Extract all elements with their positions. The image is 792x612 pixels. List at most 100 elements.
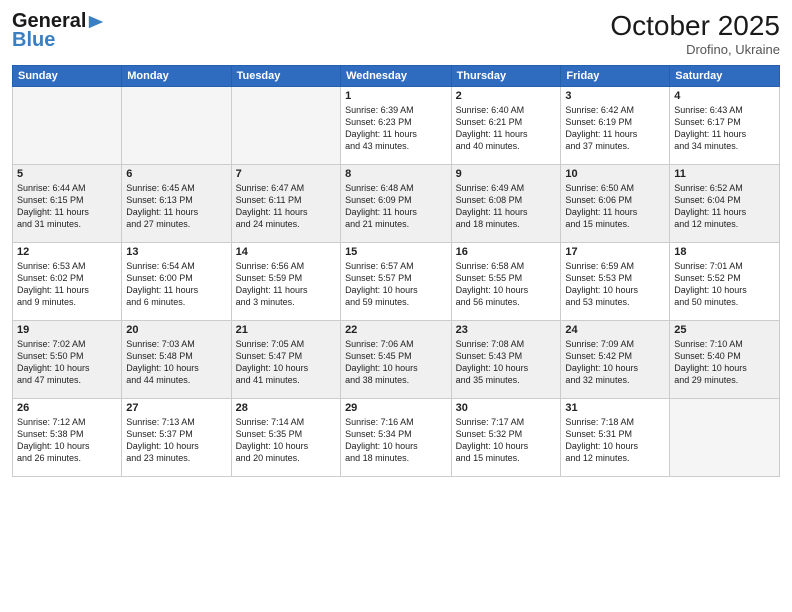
day-number: 8 <box>345 168 447 180</box>
day-info: Sunrise: 7:02 AM Sunset: 5:50 PM Dayligh… <box>17 338 117 387</box>
calendar-table: Sunday Monday Tuesday Wednesday Thursday… <box>12 65 780 477</box>
day-info: Sunrise: 6:56 AM Sunset: 5:59 PM Dayligh… <box>236 260 336 309</box>
day-number: 16 <box>456 246 557 258</box>
table-row: 30 Sunrise: 7:17 AM Sunset: 5:32 PM Dayli… <box>451 399 561 477</box>
logo-flag-icon <box>87 13 105 31</box>
table-row: 27Sunrise: 7:13 AM Sunset: 5:37 PM Dayli… <box>122 399 231 477</box>
calendar-week-row: 26 Sunrise: 7:12 AM Sunset: 5:38 PM Dayli… <box>13 399 780 477</box>
table-row: 22Sunrise: 7:06 AM Sunset: 5:45 PM Dayli… <box>341 321 452 399</box>
day-info: Sunrise: 6:43 AM Sunset: 6:17 PM Dayligh… <box>674 104 775 153</box>
day-number: 26 <box>17 402 117 414</box>
day-number: 3 <box>565 90 665 102</box>
day-info: Sunrise: 6:49 AM Sunset: 6:08 PM Dayligh… <box>456 182 557 231</box>
table-row: 7Sunrise: 6:47 AM Sunset: 6:11 PM Daylig… <box>231 165 340 243</box>
logo: General Blue <box>12 10 105 52</box>
table-row <box>231 87 340 165</box>
day-info: Sunrise: 7:17 AM Sunset: 5:32 PM Dayligh… <box>456 416 557 465</box>
day-number: 1 <box>345 90 447 102</box>
table-row: 5 Sunrise: 6:44 AM Sunset: 6:15 PM Daylig… <box>13 165 122 243</box>
day-info: Sunrise: 6:58 AM Sunset: 5:55 PM Dayligh… <box>456 260 557 309</box>
col-tuesday: Tuesday <box>231 66 340 87</box>
day-number: 15 <box>345 246 447 258</box>
table-row <box>13 87 122 165</box>
day-info: Sunrise: 7:12 AM Sunset: 5:38 PM Dayligh… <box>17 416 117 465</box>
day-info: Sunrise: 7:14 AM Sunset: 5:35 PM Dayligh… <box>236 416 336 465</box>
calendar-week-row: 1Sunrise: 6:39 AM Sunset: 6:23 PM Daylig… <box>13 87 780 165</box>
table-row: 15 Sunrise: 6:57 AM Sunset: 5:57 PM Dayli… <box>341 243 452 321</box>
table-row <box>670 399 780 477</box>
calendar-header-row: Sunday Monday Tuesday Wednesday Thursday… <box>13 66 780 87</box>
table-row: 12 Sunrise: 6:53 AM Sunset: 6:02 PM Dayli… <box>13 243 122 321</box>
day-info: Sunrise: 6:42 AM Sunset: 6:19 PM Dayligh… <box>565 104 665 153</box>
day-number: 17 <box>565 246 665 258</box>
day-number: 27 <box>126 402 226 414</box>
table-row: 19Sunrise: 7:02 AM Sunset: 5:50 PM Dayli… <box>13 321 122 399</box>
day-info: Sunrise: 7:05 AM Sunset: 5:47 PM Dayligh… <box>236 338 336 387</box>
table-row: 1Sunrise: 6:39 AM Sunset: 6:23 PM Daylig… <box>341 87 452 165</box>
day-number: 12 <box>17 246 117 258</box>
table-row: 26 Sunrise: 7:12 AM Sunset: 5:38 PM Dayli… <box>13 399 122 477</box>
table-row <box>122 87 231 165</box>
day-info: Sunrise: 6:57 AM Sunset: 5:57 PM Dayligh… <box>345 260 447 309</box>
table-row: 24 Sunrise: 7:09 AM Sunset: 5:42 PM Dayli… <box>561 321 670 399</box>
calendar-week-row: 19Sunrise: 7:02 AM Sunset: 5:50 PM Dayli… <box>13 321 780 399</box>
day-info: Sunrise: 6:44 AM Sunset: 6:15 PM Dayligh… <box>17 182 117 231</box>
day-info: Sunrise: 6:47 AM Sunset: 6:11 PM Dayligh… <box>236 182 336 231</box>
day-number: 23 <box>456 324 557 336</box>
day-number: 6 <box>126 168 226 180</box>
table-row: 11 Sunrise: 6:52 AM Sunset: 6:04 PM Dayli… <box>670 165 780 243</box>
day-number: 14 <box>236 246 336 258</box>
col-wednesday: Wednesday <box>341 66 452 87</box>
table-row: 18 Sunrise: 7:01 AM Sunset: 5:52 PM Dayli… <box>670 243 780 321</box>
col-friday: Friday <box>561 66 670 87</box>
col-monday: Monday <box>122 66 231 87</box>
table-row: 23 Sunrise: 7:08 AM Sunset: 5:43 PM Dayli… <box>451 321 561 399</box>
col-sunday: Sunday <box>13 66 122 87</box>
day-info: Sunrise: 7:03 AM Sunset: 5:48 PM Dayligh… <box>126 338 226 387</box>
title-section: October 2025 Drofino, Ukraine <box>610 10 780 57</box>
table-row: 8 Sunrise: 6:48 AM Sunset: 6:09 PM Daylig… <box>341 165 452 243</box>
day-number: 30 <box>456 402 557 414</box>
location: Drofino, Ukraine <box>610 42 780 57</box>
day-info: Sunrise: 6:53 AM Sunset: 6:02 PM Dayligh… <box>17 260 117 309</box>
day-info: Sunrise: 6:52 AM Sunset: 6:04 PM Dayligh… <box>674 182 775 231</box>
table-row: 2 Sunrise: 6:40 AM Sunset: 6:21 PM Daylig… <box>451 87 561 165</box>
day-number: 11 <box>674 168 775 180</box>
day-info: Sunrise: 6:50 AM Sunset: 6:06 PM Dayligh… <box>565 182 665 231</box>
day-info: Sunrise: 6:40 AM Sunset: 6:21 PM Dayligh… <box>456 104 557 153</box>
table-row: 17 Sunrise: 6:59 AM Sunset: 5:53 PM Dayli… <box>561 243 670 321</box>
table-row: 9Sunrise: 6:49 AM Sunset: 6:08 PM Daylig… <box>451 165 561 243</box>
table-row: 13Sunrise: 6:54 AM Sunset: 6:00 PM Dayli… <box>122 243 231 321</box>
day-info: Sunrise: 7:08 AM Sunset: 5:43 PM Dayligh… <box>456 338 557 387</box>
col-thursday: Thursday <box>451 66 561 87</box>
day-number: 31 <box>565 402 665 414</box>
day-number: 29 <box>345 402 447 414</box>
day-number: 5 <box>17 168 117 180</box>
day-number: 22 <box>345 324 447 336</box>
table-row: 4 Sunrise: 6:43 AM Sunset: 6:17 PM Daylig… <box>670 87 780 165</box>
table-row: 31Sunrise: 7:18 AM Sunset: 5:31 PM Dayli… <box>561 399 670 477</box>
table-row: 16 Sunrise: 6:58 AM Sunset: 5:55 PM Dayli… <box>451 243 561 321</box>
table-row: 3 Sunrise: 6:42 AM Sunset: 6:19 PM Daylig… <box>561 87 670 165</box>
day-number: 4 <box>674 90 775 102</box>
day-number: 21 <box>236 324 336 336</box>
table-row: 25Sunrise: 7:10 AM Sunset: 5:40 PM Dayli… <box>670 321 780 399</box>
day-number: 18 <box>674 246 775 258</box>
day-number: 10 <box>565 168 665 180</box>
day-info: Sunrise: 7:01 AM Sunset: 5:52 PM Dayligh… <box>674 260 775 309</box>
day-number: 25 <box>674 324 775 336</box>
table-row: 6Sunrise: 6:45 AM Sunset: 6:13 PM Daylig… <box>122 165 231 243</box>
table-row: 14 Sunrise: 6:56 AM Sunset: 5:59 PM Dayli… <box>231 243 340 321</box>
header: General Blue October 2025 Drofino, Ukrai… <box>12 10 780 57</box>
calendar-week-row: 5 Sunrise: 6:44 AM Sunset: 6:15 PM Daylig… <box>13 165 780 243</box>
day-number: 24 <box>565 324 665 336</box>
day-number: 2 <box>456 90 557 102</box>
page-container: General Blue October 2025 Drofino, Ukrai… <box>0 0 792 612</box>
day-info: Sunrise: 6:48 AM Sunset: 6:09 PM Dayligh… <box>345 182 447 231</box>
month-title: October 2025 <box>610 10 780 42</box>
table-row: 29Sunrise: 7:16 AM Sunset: 5:34 PM Dayli… <box>341 399 452 477</box>
day-info: Sunrise: 7:09 AM Sunset: 5:42 PM Dayligh… <box>565 338 665 387</box>
day-info: Sunrise: 6:59 AM Sunset: 5:53 PM Dayligh… <box>565 260 665 309</box>
table-row: 20Sunrise: 7:03 AM Sunset: 5:48 PM Dayli… <box>122 321 231 399</box>
table-row: 28Sunrise: 7:14 AM Sunset: 5:35 PM Dayli… <box>231 399 340 477</box>
